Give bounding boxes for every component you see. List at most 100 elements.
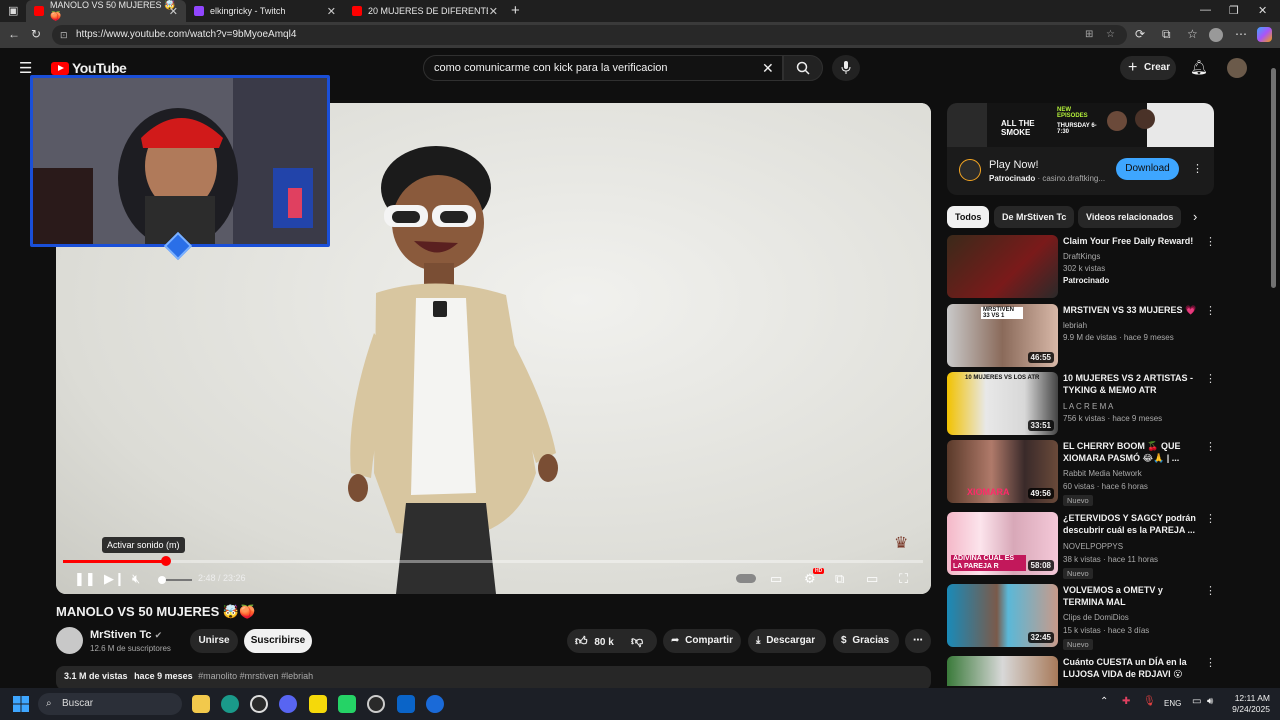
- chrome-icon[interactable]: [367, 695, 385, 713]
- system-clock[interactable]: 12:11 AM 9/24/2025: [1222, 693, 1270, 715]
- rec-thumbnail[interactable]: ADIVINA CUAL ES LA PAREJA R 58:08: [947, 512, 1058, 575]
- outlook-icon[interactable]: [397, 695, 415, 713]
- rec-thumbnail[interactable]: [947, 235, 1058, 298]
- refresh-icon[interactable]: ↻: [31, 27, 41, 41]
- download-button[interactable]: ⤓ Descargar: [748, 629, 826, 653]
- rec-item-5[interactable]: 32:45 VOLVEMOS a OMETV y TERMINA MAL Cli…: [947, 584, 1216, 650]
- ad-more-icon[interactable]: ⋮: [1192, 162, 1203, 175]
- url-input[interactable]: ⊡ https://www.youtube.com/watch?v=9bMyoe…: [52, 25, 1127, 45]
- edge-browser-icon[interactable]: [221, 695, 239, 713]
- rec-more-icon[interactable]: ⋮: [1205, 512, 1216, 525]
- file-explorer-icon[interactable]: [192, 695, 210, 713]
- more-actions-button[interactable]: ⋯: [905, 629, 931, 653]
- grid-icon[interactable]: ⊞: [1085, 25, 1093, 45]
- rec-thumbnail[interactable]: 10 MUJERES VS LOS ATR 33:51: [947, 372, 1058, 435]
- tray-mic-icon[interactable]: 🎙︎: [1143, 696, 1156, 707]
- tab-20-mujeres[interactable]: 20 MUJERES DE DIFERENTES PAÍS ✕: [344, 0, 506, 22]
- rec-more-icon[interactable]: ⋮: [1205, 440, 1216, 453]
- rec-thumbnail[interactable]: 32:45: [947, 584, 1058, 647]
- search-button[interactable]: [783, 55, 823, 81]
- split-screen-icon[interactable]: ⧉: [1162, 27, 1171, 42]
- chip-related[interactable]: Videos relacionados: [1078, 206, 1182, 228]
- voice-search-button[interactable]: [832, 55, 860, 81]
- more-menu-icon[interactable]: ⋯: [1235, 27, 1247, 41]
- autoplay-toggle[interactable]: [736, 574, 756, 583]
- clear-search-icon[interactable]: ✕: [762, 56, 774, 80]
- subtitles-icon[interactable]: ▭: [770, 571, 782, 587]
- rec-item-2[interactable]: 10 MUJERES VS LOS ATR 33:51 10 MUJERES V…: [947, 372, 1216, 436]
- app-icon[interactable]: [426, 695, 444, 713]
- rec-thumbnail[interactable]: XIOMARA 49:56: [947, 440, 1058, 503]
- rec-item-6[interactable]: Cuánto CUESTA un DÍA en la LUJOSA VIDA d…: [947, 656, 1214, 686]
- tray-chevron-icon[interactable]: ⌃: [1100, 696, 1108, 707]
- ad-download-button[interactable]: Download: [1116, 158, 1179, 180]
- rec-more-icon[interactable]: ⋮: [1205, 584, 1216, 597]
- channel-name[interactable]: MrStiven Tc ✔: [90, 629, 162, 641]
- extensions-icon[interactable]: ⟳: [1135, 27, 1145, 41]
- channel-avatar[interactable]: [56, 627, 83, 654]
- fullscreen-icon[interactable]: ⛶: [899, 571, 908, 587]
- tab-manolo[interactable]: MANOLO VS 50 MUJERES 🤯🍑 ✕: [26, 0, 186, 22]
- ad-card[interactable]: Play Now! Patrocinado · casino.draftking…: [947, 147, 1214, 195]
- account-avatar[interactable]: [1227, 58, 1247, 78]
- minimize-icon[interactable]: —: [1200, 4, 1211, 16]
- rec-item-4[interactable]: ADIVINA CUAL ES LA PAREJA R 58:08 ¿ETERV…: [947, 512, 1216, 579]
- join-button[interactable]: Unirse: [190, 629, 238, 653]
- discord-icon[interactable]: [279, 695, 297, 713]
- chip-de-channel[interactable]: De MrStiven Tc: [994, 206, 1075, 228]
- volume-slider[interactable]: [158, 576, 192, 584]
- like-button[interactable]: 👍︎ 80 k: [575, 629, 614, 655]
- youtube-logo[interactable]: YouTube: [51, 60, 127, 76]
- notifications-bell-icon[interactable]: 🔔︎: [1190, 59, 1208, 76]
- ad-banner[interactable]: ALL THE SMOKE NEW EPISODES THURSDAY 6-7:…: [947, 103, 1214, 147]
- rec-item-0[interactable]: Claim Your Free Daily Reward! DraftKings…: [947, 235, 1216, 299]
- taskbar-search[interactable]: ⌕ Buscar: [38, 693, 182, 715]
- share-button[interactable]: ➦ Compartir: [663, 629, 741, 653]
- chevron-right-icon[interactable]: ›: [1193, 209, 1197, 224]
- obs-icon[interactable]: [250, 695, 268, 713]
- create-button[interactable]: + Crear: [1120, 56, 1176, 80]
- scrollbar-thumb[interactable]: [1271, 68, 1276, 288]
- rec-thumbnail[interactable]: MRSTIVEN 33 VS 1 46:55: [947, 304, 1058, 367]
- copilot-icon[interactable]: [1257, 27, 1272, 42]
- maximize-icon[interactable]: ❐: [1229, 4, 1239, 17]
- rec-item-3[interactable]: XIOMARA 49:56 EL CHERRY BOOM 🍒 QUE XIOMA…: [947, 440, 1216, 506]
- chip-todos[interactable]: Todos: [947, 206, 990, 228]
- close-tab-icon[interactable]: ✕: [169, 5, 178, 18]
- tab-twitch[interactable]: elkingricky - Twitch ✕: [186, 0, 344, 22]
- close-tab-icon[interactable]: ✕: [327, 5, 336, 18]
- profile-avatar[interactable]: [1209, 28, 1223, 42]
- page-scrollbar[interactable]: [1268, 48, 1280, 688]
- next-icon[interactable]: ▶❙: [104, 571, 125, 587]
- volume-icon[interactable]: 🔊︎: [1207, 696, 1213, 707]
- rec-more-icon[interactable]: ⋮: [1205, 372, 1216, 385]
- miniplayer-icon[interactable]: ⧉: [835, 571, 844, 587]
- pause-icon[interactable]: ❚❚: [74, 571, 96, 587]
- close-window-icon[interactable]: ✕: [1258, 4, 1267, 17]
- favorite-star-icon[interactable]: ☆: [1106, 25, 1115, 45]
- mute-icon[interactable]: 🔇︎: [132, 571, 140, 587]
- rec-more-icon[interactable]: ⋮: [1205, 656, 1214, 669]
- rec-more-icon[interactable]: ⋮: [1205, 304, 1216, 317]
- subscribe-button[interactable]: Suscribirse: [244, 629, 312, 653]
- description-box[interactable]: 3.1 M de vistas hace 9 meses #manolito #…: [56, 666, 931, 690]
- volume-knob[interactable]: [158, 576, 166, 584]
- windows-start-icon[interactable]: [13, 696, 29, 712]
- dislike-button[interactable]: 👎︎: [631, 629, 643, 655]
- sticky-notes-icon[interactable]: [309, 695, 327, 713]
- back-icon[interactable]: ←: [8, 27, 20, 41]
- progress-bar[interactable]: [63, 556, 923, 566]
- new-tab-icon[interactable]: +: [511, 2, 520, 19]
- theater-mode-icon[interactable]: ▭: [866, 571, 878, 587]
- tray-app-icon[interactable]: ✚: [1122, 696, 1130, 707]
- tab-actions-icon[interactable]: ▣: [8, 4, 18, 17]
- rec-thumbnail[interactable]: [947, 656, 1058, 686]
- display-icon[interactable]: ▭: [1192, 696, 1201, 707]
- search-input[interactable]: como comunicarme con kick para la verifi…: [423, 55, 783, 81]
- rec-more-icon[interactable]: ⋮: [1205, 235, 1216, 248]
- whatsapp-icon[interactable]: [338, 695, 356, 713]
- rec-item-1[interactable]: MRSTIVEN 33 VS 1 46:55 MRSTIVEN VS 33 MU…: [947, 304, 1216, 368]
- close-tab-icon[interactable]: ✕: [489, 5, 498, 18]
- language-indicator[interactable]: ENG: [1164, 699, 1181, 708]
- hashtags[interactable]: #manolito #mrstiven #lebriah: [198, 671, 313, 681]
